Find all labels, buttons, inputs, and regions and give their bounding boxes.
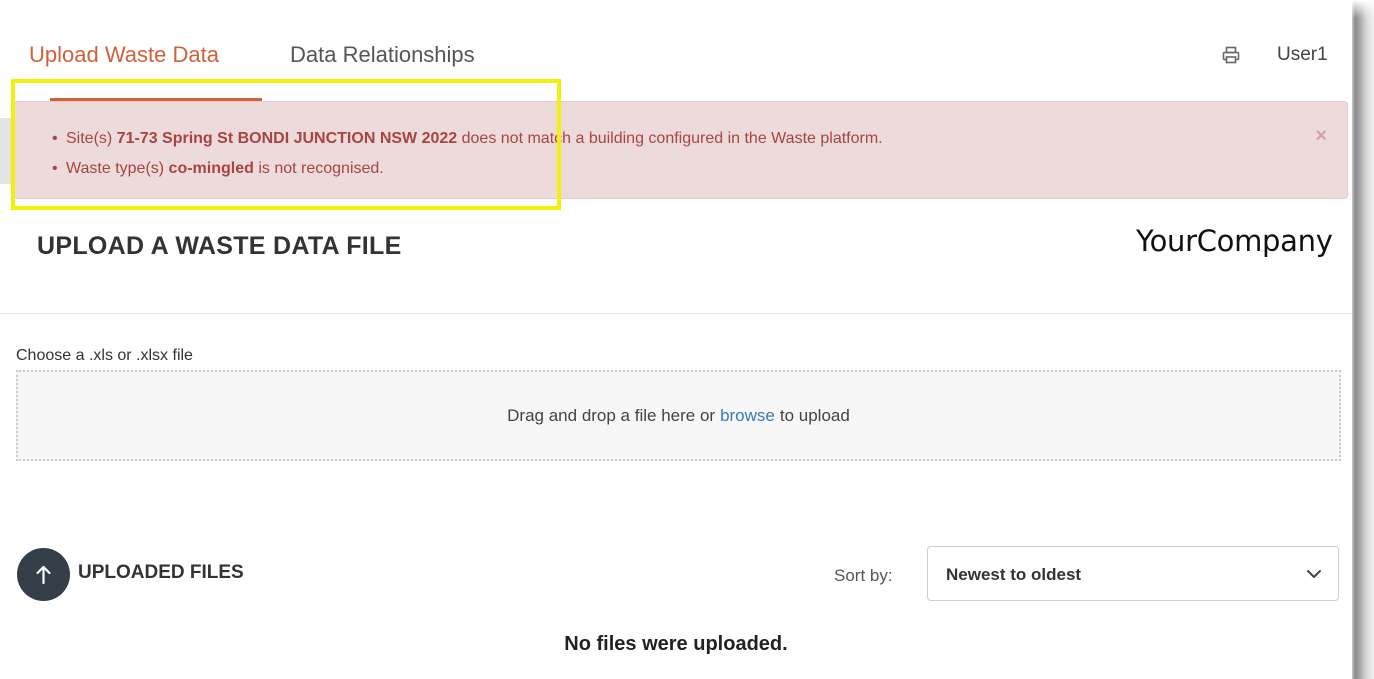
user-menu[interactable]: User1	[1277, 44, 1328, 66]
scroll-up-button[interactable]	[17, 548, 70, 601]
dropzone-text: Drag and drop a file here or	[507, 405, 716, 425]
arrow-up-icon	[36, 565, 51, 585]
window-edge-shadow	[1352, 0, 1374, 679]
file-input-label: Choose a .xls or .xlsx file	[16, 347, 193, 364]
tab-upload-waste-data[interactable]: Upload Waste Data	[29, 42, 219, 68]
company-logo: YourCompany	[1136, 224, 1333, 258]
window-edge-top	[1352, 0, 1374, 18]
dropzone-text-end: to upload	[779, 405, 850, 425]
alert-list: Site(s) 71-73 Spring St BONDI JUNCTION N…	[52, 124, 883, 184]
divider	[0, 313, 1352, 314]
sort-selected-value: Newest to oldest	[946, 565, 1082, 584]
chevron-down-icon	[1307, 570, 1321, 578]
uploaded-files-heading: UPLOADED FILES	[78, 562, 244, 583]
alert-item: Site(s) 71-73 Spring St BONDI JUNCTION N…	[52, 124, 883, 154]
browse-link[interactable]: browse	[720, 406, 775, 426]
error-alert: Site(s) 71-73 Spring St BONDI JUNCTION N…	[13, 101, 1348, 199]
file-dropzone[interactable]: Drag and drop a file here or browse to u…	[16, 370, 1341, 461]
sort-select[interactable]: Newest to oldest	[927, 546, 1339, 601]
alert-item: Waste type(s) co-mingled is not recognis…	[52, 154, 883, 184]
printer-icon[interactable]	[1222, 46, 1240, 64]
tab-data-relationships[interactable]: Data Relationships	[290, 42, 475, 68]
sort-label: Sort by:	[834, 566, 893, 585]
close-icon[interactable]: ×	[1315, 126, 1327, 146]
empty-state-message: No files were uploaded.	[564, 633, 788, 655]
nav-band	[0, 118, 12, 184]
page: Upload Waste Data Data Relationships Use…	[0, 0, 1352, 679]
page-title: UPLOAD A WASTE DATA FILE	[37, 232, 402, 260]
